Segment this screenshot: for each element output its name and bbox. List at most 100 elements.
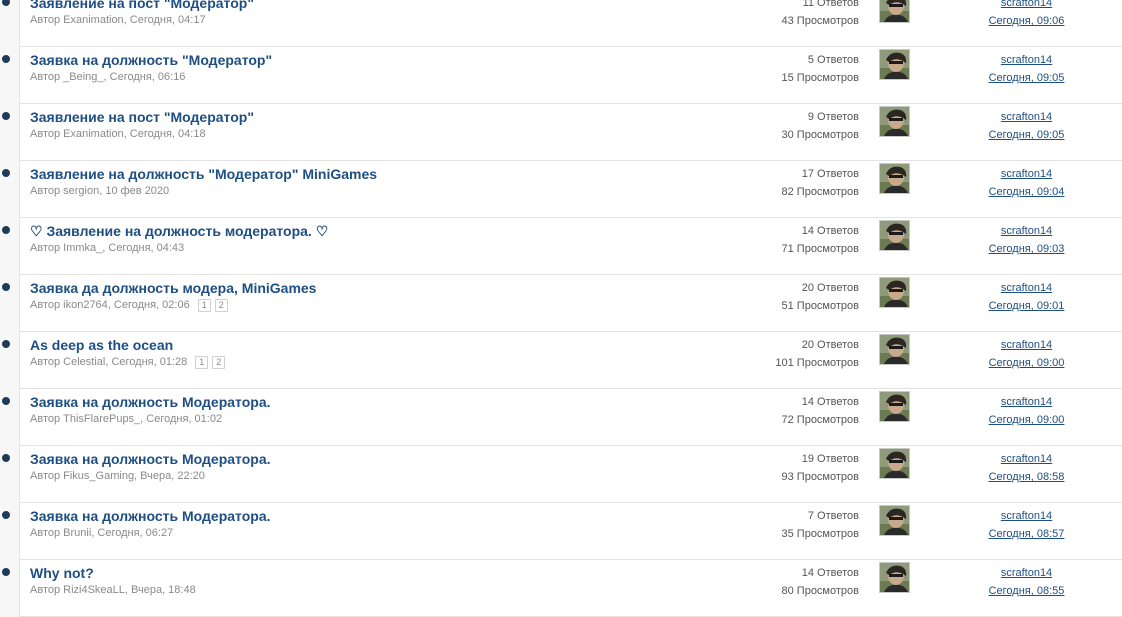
last-post-info: scrafton14 Сегодня, 08:57	[970, 507, 1083, 543]
topic-replies: 5 Ответов	[807, 54, 859, 66]
topic-row: As deep as the ocean Автор Celestial, Се…	[0, 332, 1122, 389]
topic-stats: 20 Ответов 101 Просмотров	[775, 336, 859, 372]
last-post-time-link[interactable]: Сегодня, 09:00	[989, 414, 1065, 426]
topic-views: 82 Просмотров	[781, 186, 860, 198]
topic-replies: 11 Ответов	[802, 0, 859, 9]
last-post-info: scrafton14 Сегодня, 09:05	[970, 108, 1083, 144]
last-poster-link[interactable]: scrafton14	[1001, 396, 1052, 408]
topic-author-text: Автор Rizi4SkeaLL, Вчера, 18:48	[30, 584, 196, 596]
last-poster-avatar[interactable]	[879, 334, 910, 365]
topic-author-text: Автор Brunii, Сегодня, 06:27	[30, 527, 174, 539]
topic-author-text: Автор Fikus_Gaming, Вчера, 22:20	[30, 470, 205, 482]
topic-views: 93 Просмотров	[781, 471, 860, 483]
topic-title-link[interactable]: ♡ Заявление на должность модератора. ♡	[30, 223, 328, 240]
last-post-time-link[interactable]: Сегодня, 09:00	[989, 357, 1065, 369]
last-post-time-link[interactable]: Сегодня, 09:01	[989, 300, 1065, 312]
unread-dot-icon	[2, 397, 10, 405]
unread-dot-icon	[2, 55, 10, 63]
topic-views: 15 Просмотров	[781, 72, 860, 84]
topic-title-link[interactable]: Заявка на должность Модератора.	[30, 394, 271, 410]
last-post-time-link[interactable]: Сегодня, 09:06	[989, 15, 1065, 27]
topic-title-link[interactable]: Заявление на пост "Модератор"	[30, 0, 254, 11]
last-poster-avatar[interactable]	[879, 391, 910, 422]
last-post-time-link[interactable]: Сегодня, 09:03	[989, 243, 1065, 255]
topic-author-text: Автор Exanimation, Сегодня, 04:18	[30, 128, 206, 140]
last-post-time-link[interactable]: Сегодня, 08:57	[989, 528, 1065, 540]
unread-dot-icon	[2, 340, 10, 348]
last-poster-link[interactable]: scrafton14	[1001, 282, 1052, 294]
topic-replies: 19 Ответов	[801, 453, 859, 465]
last-poster-link[interactable]: scrafton14	[1001, 168, 1052, 180]
last-poster-avatar[interactable]	[879, 448, 910, 479]
topic-list: Заявление на пост "Модератор" Автор Exan…	[0, 0, 1122, 617]
unread-dot-icon	[2, 226, 10, 234]
topic-status-gutter	[0, 332, 20, 389]
unread-dot-icon	[2, 283, 10, 291]
topic-author-text: Автор Exanimation, Сегодня, 04:17	[30, 14, 206, 26]
last-poster-avatar[interactable]	[879, 277, 910, 308]
last-post-time-link[interactable]: Сегодня, 08:55	[989, 585, 1065, 597]
topic-title-link[interactable]: Why not?	[30, 565, 94, 581]
last-post-info: scrafton14 Сегодня, 09:06	[970, 0, 1083, 30]
topic-status-gutter	[0, 275, 20, 332]
topic-author-text: Автор Celestial, Сегодня, 01:28	[30, 356, 188, 368]
topic-title-link[interactable]: Заявление на должность "Модератор" MiniG…	[30, 166, 377, 182]
topic-author-line: Автор Exanimation, Сегодня, 04:17	[30, 14, 214, 26]
topic-stats: 7 Ответов 35 Просмотров	[782, 507, 860, 543]
topic-author-line: Автор ThisFlarePups_, Сегодня, 01:02	[30, 413, 230, 425]
last-poster-link[interactable]: scrafton14	[1001, 567, 1052, 579]
last-poster-avatar[interactable]	[879, 0, 910, 23]
last-poster-link[interactable]: scrafton14	[1001, 0, 1052, 9]
topic-row: Заявление на должность "Модератор" MiniG…	[0, 161, 1122, 218]
last-poster-link[interactable]: scrafton14	[1001, 225, 1052, 237]
last-post-info: scrafton14 Сегодня, 09:03	[970, 222, 1083, 258]
topic-stats: 14 Ответов 71 Просмотров	[782, 222, 860, 258]
topic-replies: 9 Ответов	[807, 111, 859, 123]
topic-row: Заявка да должность модера, MiniGames Ав…	[0, 275, 1122, 332]
topic-page-link[interactable]: 2	[212, 356, 226, 369]
last-poster-link[interactable]: scrafton14	[1001, 510, 1052, 522]
topic-row: ♡ Заявление на должность модератора. ♡ А…	[0, 218, 1122, 275]
topic-title-link[interactable]: As deep as the ocean	[30, 337, 173, 353]
topic-stats: 14 Ответов 80 Просмотров	[782, 564, 860, 600]
last-poster-avatar[interactable]	[879, 562, 910, 593]
topic-author-line: Автор sergion, 10 фев 2020	[30, 185, 177, 197]
topic-author-line: Автор Exanimation, Сегодня, 04:18	[30, 128, 214, 140]
last-poster-link[interactable]: scrafton14	[1001, 111, 1052, 123]
topic-replies: 14 Ответов	[801, 567, 859, 579]
topic-title-link[interactable]: Заявление на пост "Модератор"	[30, 109, 254, 125]
topic-author-line: Автор Brunii, Сегодня, 06:27	[30, 527, 181, 539]
topic-stats: 14 Ответов 72 Просмотров	[782, 393, 860, 429]
last-poster-avatar[interactable]	[879, 49, 910, 80]
last-poster-link[interactable]: scrafton14	[1001, 453, 1052, 465]
topic-author-line: Автор Rizi4SkeaLL, Вчера, 18:48	[30, 584, 204, 596]
topic-replies: 17 Ответов	[801, 168, 859, 180]
topic-status-gutter	[0, 560, 20, 617]
last-post-time-link[interactable]: Сегодня, 09:05	[989, 129, 1065, 141]
topic-author-text: Автор ikon2764, Сегодня, 02:06	[30, 299, 190, 311]
topic-title-link[interactable]: Заявка да должность модера, MiniGames	[30, 280, 316, 296]
topic-page-link[interactable]: 1	[197, 299, 211, 312]
last-poster-link[interactable]: scrafton14	[1001, 54, 1052, 66]
topic-pagination: 12	[195, 356, 229, 369]
topic-page-link[interactable]: 1	[195, 356, 209, 369]
unread-dot-icon	[2, 169, 10, 177]
last-poster-avatar[interactable]	[879, 220, 910, 251]
last-post-time-link[interactable]: Сегодня, 09:04	[989, 186, 1065, 198]
unread-dot-icon	[2, 112, 10, 120]
topic-title-link[interactable]: Заявка на должность Модератора.	[30, 508, 271, 524]
unread-dot-icon	[2, 0, 10, 6]
topic-status-gutter	[0, 0, 20, 47]
topic-stats: 5 Ответов 15 Просмотров	[782, 51, 860, 87]
last-poster-avatar[interactable]	[879, 106, 910, 137]
last-post-time-link[interactable]: Сегодня, 08:58	[989, 471, 1065, 483]
last-poster-avatar[interactable]	[879, 505, 910, 536]
topic-status-gutter	[0, 503, 20, 560]
topic-page-link[interactable]: 2	[214, 299, 228, 312]
last-post-time-link[interactable]: Сегодня, 09:05	[989, 72, 1065, 84]
topic-row: Why not? Автор Rizi4SkeaLL, Вчера, 18:48…	[0, 560, 1122, 617]
last-poster-avatar[interactable]	[879, 163, 910, 194]
topic-title-link[interactable]: Заявка на должность Модератора.	[30, 451, 271, 467]
last-poster-link[interactable]: scrafton14	[1001, 339, 1052, 351]
topic-title-link[interactable]: Заявка на должность "Модератор"	[30, 52, 272, 68]
